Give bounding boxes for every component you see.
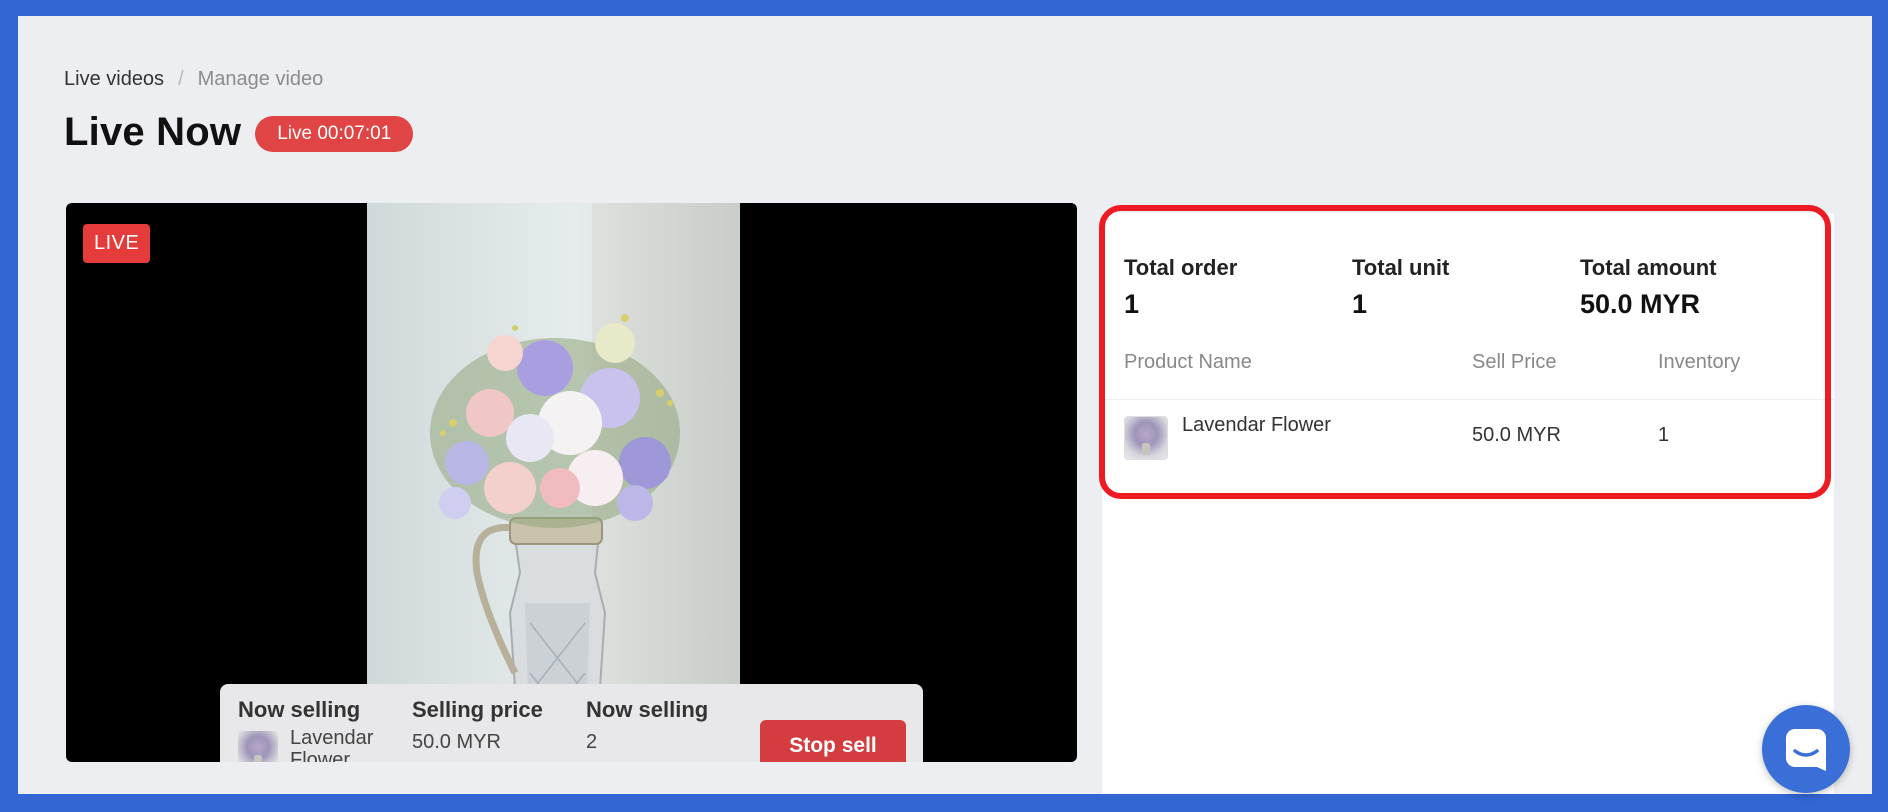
live-badge: LIVE: [83, 224, 151, 263]
live-video-player[interactable]: LIVE Now selling Lavendar Flower Selling…: [66, 203, 1077, 762]
breadcrumb-live-videos-link[interactable]: Live videos: [64, 68, 164, 91]
product-thumbnail: [238, 731, 278, 762]
now-selling-product-col: Now selling Lavendar Flower: [238, 697, 390, 762]
now-selling-label: Now selling: [238, 697, 361, 722]
title-row: Live Now Live 00:07:01: [64, 110, 414, 155]
chat-launcher-button[interactable]: [1762, 705, 1850, 793]
video-frame: [367, 203, 740, 762]
total-amount-label: Total amount: [1580, 255, 1717, 280]
column-product-name: Product Name: [1124, 351, 1252, 373]
selling-price-value: 50.0 MYR: [412, 731, 501, 753]
selling-price-label: Selling price: [412, 697, 543, 722]
total-unit-value: 1: [1352, 289, 1368, 319]
column-inventory: Inventory: [1658, 351, 1741, 373]
selling-price-col: Selling price 50.0 MYR: [412, 697, 543, 754]
breadcrumb-separator: /: [178, 68, 184, 90]
column-sell-price: Sell Price: [1472, 351, 1557, 373]
table-row[interactable]: Lavendar Flower 50.0 MYR 1: [1102, 400, 1834, 480]
total-order-label: Total order: [1124, 255, 1238, 280]
now-selling-count-value: 2: [586, 731, 598, 753]
product-thumbnail: [1124, 416, 1168, 460]
breadcrumb: Live videos / Manage video: [64, 68, 323, 91]
order-summary-panel: Total order 1 Total unit 1 Total amount …: [1102, 213, 1834, 794]
row-sell-price: 50.0 MYR: [1472, 424, 1561, 446]
now-selling-bar: Now selling Lavendar Flower Selling pric…: [220, 684, 923, 762]
now-selling-count-col: Now selling 2: [586, 697, 708, 754]
live-timer-badge: Live 00:07:01: [255, 116, 414, 152]
app-frame: Live videos / Manage video Live Now Live…: [18, 16, 1872, 794]
stop-sell-button[interactable]: Stop sell: [760, 720, 906, 762]
total-amount-value: 50.0 MYR: [1580, 289, 1701, 319]
now-selling-product-name: Lavendar Flower: [290, 727, 374, 762]
total-order-value: 1: [1124, 289, 1140, 319]
now-selling-count-label: Now selling: [586, 697, 709, 722]
breadcrumb-current: Manage video: [197, 68, 324, 90]
chat-bubble-icon: [1786, 729, 1826, 771]
now-selling-product: Lavendar Flower: [238, 727, 390, 762]
stat-total-order: Total order 1: [1124, 255, 1237, 320]
page-title: Live Now: [64, 110, 242, 154]
stat-total-unit: Total unit 1: [1352, 255, 1449, 320]
row-product-name: Lavendar Flower: [1182, 414, 1331, 436]
total-unit-label: Total unit: [1352, 255, 1450, 280]
orders-table-header: Product Name Sell Price Inventory: [1102, 345, 1834, 400]
stat-total-amount: Total amount 50.0 MYR: [1580, 255, 1716, 320]
row-inventory: 1: [1658, 424, 1670, 446]
